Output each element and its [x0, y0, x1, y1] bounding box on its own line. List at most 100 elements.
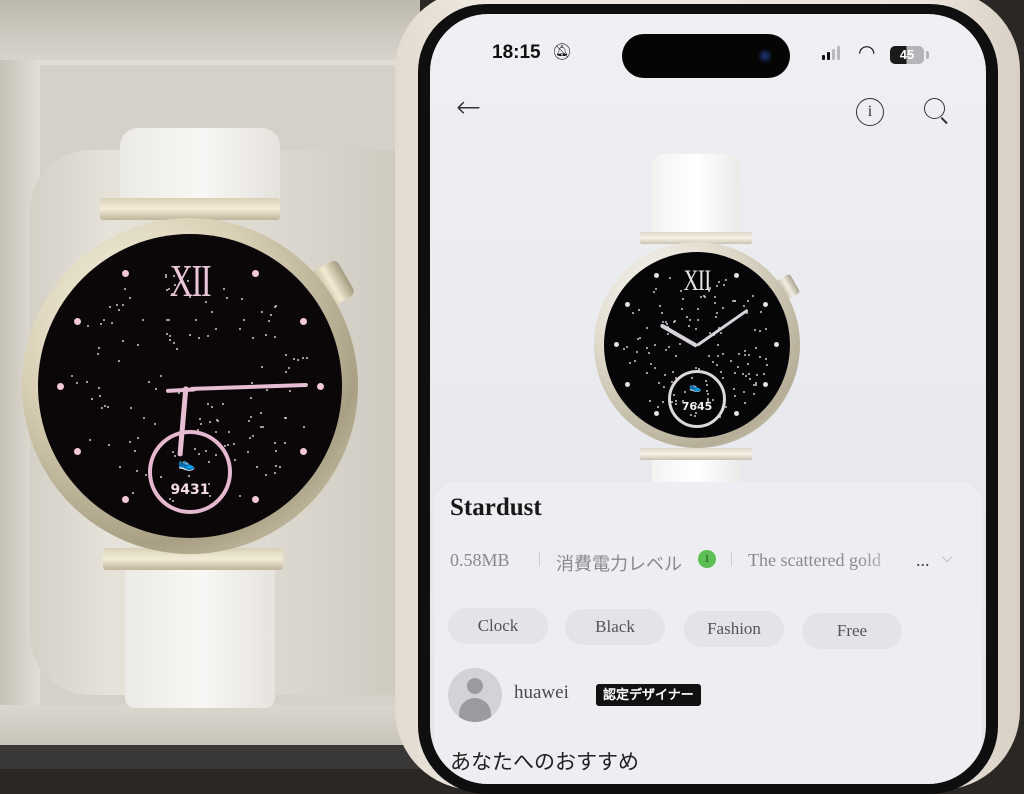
tag-fashion[interactable]: Fashion: [684, 611, 784, 647]
battery-icon: 45: [890, 46, 924, 64]
star-particle: [759, 330, 762, 333]
info-icon[interactable]: i: [856, 98, 884, 126]
star-particle: [103, 405, 106, 408]
star-particle: [663, 373, 666, 376]
dynamic-island: [622, 34, 790, 78]
shoe-icon: 👟: [689, 382, 702, 393]
star-particle: [764, 327, 767, 330]
star-particle: [747, 300, 750, 303]
watch-face-preview[interactable]: XII 👟 7645: [604, 252, 790, 438]
star-particle: [102, 319, 105, 322]
back-arrow-icon[interactable]: ←: [456, 90, 481, 125]
star-particle: [678, 342, 681, 345]
avatar-head: [467, 678, 483, 694]
designer-row[interactable]: huawei 認定デザイナー: [448, 668, 968, 728]
star-particle: [287, 366, 290, 369]
star-particle: [243, 318, 246, 321]
star-particle: [747, 362, 750, 365]
tag-free[interactable]: Free: [802, 613, 902, 649]
star-particle: [133, 450, 136, 453]
star-particle: [209, 420, 212, 423]
star-particle: [742, 391, 745, 394]
star-particle: [649, 362, 652, 365]
hour-marker: [774, 342, 779, 347]
star-particle: [754, 381, 757, 384]
star-particle: [722, 376, 725, 379]
star-particle: [215, 327, 218, 330]
hour-marker: [624, 382, 630, 387]
star-particle: [622, 348, 625, 351]
star-particle: [285, 371, 288, 374]
star-particle: [221, 403, 224, 406]
divider: |: [538, 550, 542, 567]
star-particle: [754, 383, 757, 386]
status-time: 18:15: [492, 42, 541, 63]
tag-black[interactable]: Black: [565, 609, 665, 645]
star-particle: [279, 466, 282, 469]
star-particle: [756, 373, 759, 376]
star-particle: [210, 310, 213, 313]
preview-strap-top: [652, 154, 740, 240]
tag-list: Clock Black Fashion Free: [448, 608, 968, 652]
watch-numeral-twelve: XII: [169, 255, 212, 306]
star-particle: [668, 345, 671, 348]
star-particle: [639, 337, 642, 340]
star-particle: [90, 397, 93, 400]
star-particle: [97, 347, 100, 350]
recommendations-heading: あなたへのおすすめ: [450, 750, 639, 774]
star-particle: [760, 311, 763, 314]
star-particle: [247, 419, 250, 422]
star-particle: [252, 336, 255, 339]
star-particle: [293, 357, 296, 360]
more-ellipsis[interactable]: ...: [916, 550, 930, 571]
star-particle: [275, 449, 278, 452]
star-particle: [107, 443, 110, 446]
star-particle: [154, 423, 157, 426]
search-icon[interactable]: [924, 98, 952, 126]
meta-row: 0.58MB | 消費電力レベル 1 | The scattered gold …: [450, 550, 970, 576]
avatar[interactable]: [448, 668, 502, 722]
star-particle: [288, 389, 291, 392]
star-particle: [167, 318, 170, 321]
hand-counterweight: [165, 387, 197, 393]
star-particle: [665, 320, 668, 323]
star-particle: [733, 388, 736, 391]
star-particle: [715, 363, 718, 366]
star-particle: [233, 442, 236, 445]
watch-strap-bottom: [125, 568, 275, 708]
star-particle: [686, 315, 689, 318]
tag-clock[interactable]: Clock: [448, 608, 548, 644]
star-particle: [265, 333, 268, 336]
star-particle: [657, 381, 660, 384]
star-particle: [738, 353, 741, 356]
description-preview: The scattered gold: [748, 550, 881, 570]
detail-sheet: Stardust 0.58MB | 消費電力レベル 1 | The scatte…: [434, 482, 982, 784]
watch-face-title: Stardust: [450, 494, 542, 521]
star-particle: [247, 451, 250, 454]
hour-marker: [299, 448, 307, 455]
star-particle: [708, 355, 711, 358]
star-particle: [215, 431, 218, 434]
preview-numeral-twelve: XII: [683, 264, 711, 297]
star-particle: [197, 337, 200, 340]
watch-dial: XII 👟 9431: [38, 234, 342, 538]
star-particle: [227, 444, 230, 447]
star-particle: [70, 375, 73, 378]
hour-marker: [654, 272, 659, 278]
chevron-down-icon[interactable]: ⌵: [942, 550, 953, 566]
hour-marker: [74, 318, 82, 325]
star-particle: [631, 311, 634, 314]
star-particle: [99, 395, 102, 398]
star-particle: [654, 344, 657, 347]
star-particle: [107, 406, 110, 409]
star-particle: [716, 311, 719, 314]
star-particle: [301, 357, 304, 360]
file-size: 0.58MB: [450, 550, 510, 570]
star-particle: [636, 337, 639, 340]
star-particle: [743, 353, 746, 356]
hour-marker: [763, 382, 769, 387]
star-particle: [713, 302, 716, 305]
star-particle: [261, 425, 264, 428]
designer-name[interactable]: huawei: [514, 682, 569, 704]
star-particle: [653, 366, 656, 369]
